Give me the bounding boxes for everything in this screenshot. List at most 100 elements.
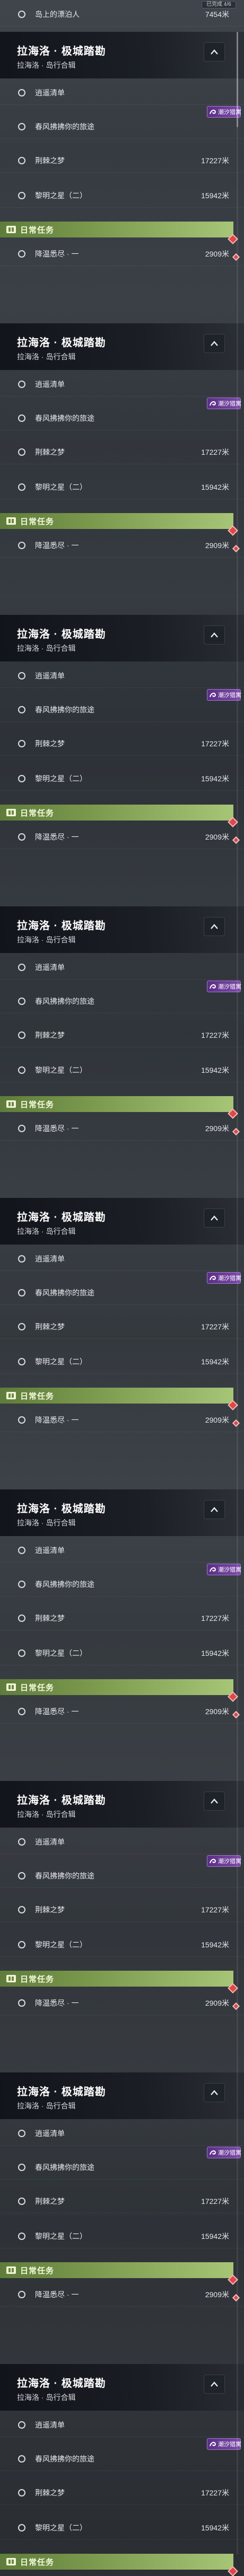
quest-name: 岛上的漂泊人 <box>35 10 80 19</box>
daily-quest-header[interactable]: 日常任务 <box>0 1679 233 1695</box>
quest-row[interactable]: 荆棘之梦 17227米 <box>0 2189 244 2213</box>
quest-row[interactable]: 逍遥清单 <box>0 1538 244 1563</box>
event-tag[interactable]: 潮汐猎寓 <box>207 1855 241 1867</box>
daily-quest-row[interactable]: 降温悉尽 · 一2909米 <box>0 825 244 849</box>
region-header[interactable]: 拉海洛 · 极城踏勘 拉海洛 · 岛行合辑 <box>0 32 244 78</box>
daily-quest-row[interactable]: 降温悉尽 · 一2909米 <box>0 2574 244 2576</box>
quest-row[interactable]: 荆棘之梦 17227米 <box>0 1023 244 1047</box>
daily-quest-row[interactable]: 降温悉尽 · 一2909米 <box>0 1408 244 1432</box>
event-tag[interactable]: 潮汐猎寓 <box>207 1564 241 1575</box>
quest-row[interactable]: 春风拂拂你的旅途 <box>0 2155 244 2180</box>
daily-quest-label: 日常任务 <box>20 225 55 235</box>
daily-quest-header[interactable]: 日常任务 <box>0 513 233 529</box>
quest-distance: 2909米 <box>205 1124 229 1133</box>
collapse-button[interactable] <box>204 2083 225 2102</box>
quest-row[interactable]: 荆棘之梦 17227米 <box>0 731 244 756</box>
quest-row[interactable]: 春风拂拂你的旅途 <box>0 406 244 430</box>
quest-row[interactable]: 春风拂拂你的旅途 <box>0 114 244 139</box>
quest-row[interactable]: 黎明之星（二） 15942米 <box>0 183 244 208</box>
circle-icon <box>18 833 25 841</box>
collapse-button[interactable] <box>204 1500 225 1519</box>
event-tag[interactable]: 潮汐猎寓 <box>207 398 241 409</box>
quest-row[interactable]: 黎明之星（二） 15942米 <box>0 1058 244 1082</box>
daily-quest-header[interactable]: 日常任务 <box>0 2554 233 2570</box>
quest-row[interactable]: 荆棘之梦 17227米 <box>0 1898 244 1922</box>
event-tag[interactable]: 潮汐猎寓 <box>207 689 241 701</box>
quest-row[interactable]: 黎明之星（二） 15942米 <box>0 1641 244 1665</box>
quest-row[interactable]: 荆棘之梦 17227米 <box>0 2481 244 2505</box>
daily-quest-header[interactable]: 日常任务 <box>0 1388 233 1404</box>
quest-row[interactable]: 岛上的漂泊人 7454米 <box>0 2 244 27</box>
region-header[interactable]: 拉海洛 · 极城踏勘 拉海洛 · 岛行合辑 <box>0 2364 244 2411</box>
event-tag[interactable]: 潮汐猎寓 <box>207 106 241 118</box>
quest-row[interactable]: 春风拂拂你的旅途 <box>0 2447 244 2471</box>
event-tag[interactable]: 潮汐猎寓 <box>207 981 241 992</box>
quest-row[interactable]: 春风拂拂你的旅途 <box>0 1864 244 1888</box>
region-header[interactable]: 拉海洛 · 极城踏勘 拉海洛 · 岛行合辑 <box>0 906 244 953</box>
quest-row[interactable]: 黎明之星（二） 15942米 <box>0 766 244 791</box>
quest-row[interactable]: 荆棘之梦 17227米 <box>0 1315 244 1339</box>
quest-row[interactable]: 黎明之星（二） 15942米 <box>0 1349 244 1374</box>
daily-quest-row[interactable]: 降温悉尽 · 一2909米 <box>0 242 244 266</box>
quest-row[interactable]: 黎明之星（二） 15942米 <box>0 1933 244 1957</box>
quest-row[interactable]: 荆棘之梦 17227米 <box>0 440 244 464</box>
quest-distance: 2909米 <box>205 1707 229 1716</box>
region-header[interactable]: 拉海洛 · 极城踏勘 拉海洛 · 岛行合辑 <box>0 1781 244 1828</box>
quest-name: 逍遥清单 <box>35 380 65 389</box>
quest-row[interactable]: 逍遥清单 <box>0 1247 244 1271</box>
quest-row[interactable]: 逍遥清单 <box>0 1830 244 1854</box>
quest-name: 逍遥清单 <box>35 963 65 972</box>
quest-row[interactable]: 逍遥清单 <box>0 664 244 688</box>
quest-row[interactable]: 逍遥清单 <box>0 2413 244 2437</box>
quest-name: 荆棘之梦 <box>35 1613 65 1622</box>
quest-name: 黎明之星（二） <box>35 774 87 783</box>
collapse-button[interactable] <box>204 334 225 353</box>
quest-row[interactable]: 春风拂拂你的旅途 <box>0 1572 244 1596</box>
event-tag[interactable]: 潮汐猎寓 <box>207 1272 241 1284</box>
daily-quest-header[interactable]: 日常任务 <box>0 222 233 237</box>
region-header[interactable]: 拉海洛 · 极城踏勘 拉海洛 · 岛行合辑 <box>0 1489 244 1536</box>
circle-icon <box>18 2421 25 2429</box>
quest-block: 拉海洛 · 极城踏勘 拉海洛 · 岛行合辑逍遥清单春风拂拂你的旅途 荆棘之梦 1722… <box>0 32 244 324</box>
quest-row[interactable]: 荆棘之梦 17227米 <box>0 148 244 173</box>
quest-row[interactable]: 逍遥清单 <box>0 955 244 980</box>
scrollbar[interactable] <box>237 32 238 2555</box>
quest-row[interactable]: 荆棘之梦 17227米 <box>0 1606 244 1630</box>
region-header[interactable]: 拉海洛 · 极城踏勘 拉海洛 · 岛行合辑 <box>0 615 244 661</box>
region-header[interactable]: 拉海洛 · 极城踏勘 拉海洛 · 岛行合辑 <box>0 323 244 370</box>
daily-quest-header[interactable]: 日常任务 <box>0 805 233 821</box>
collapse-button[interactable] <box>204 917 225 936</box>
event-tag[interactable]: 潮汐猎寓 <box>207 2438 241 2450</box>
region-title: 拉海洛 · 极城踏勘 <box>17 1503 106 1515</box>
quest-row[interactable]: 逍遥清单 <box>0 81 244 105</box>
daily-quest-row[interactable]: 降温悉尽 · 一2909米 <box>0 1991 244 2015</box>
daily-quest-row[interactable]: 降温悉尽 · 一2909米 <box>0 1699 244 1724</box>
circle-icon <box>18 2524 25 2531</box>
quest-row[interactable]: 春风拂拂你的旅途 <box>0 698 244 722</box>
quest-row[interactable]: 春风拂拂你的旅途 <box>0 1281 244 1305</box>
daily-quest-row[interactable]: 降温悉尽 · 一2909米 <box>0 1116 244 1141</box>
quest-row[interactable]: 黎明之星（二） 15942米 <box>0 2224 244 2248</box>
daily-quest-header[interactable]: 日常任务 <box>0 2262 233 2278</box>
daily-quest-header[interactable]: 日常任务 <box>0 1971 233 1987</box>
daily-quest-row[interactable]: 降温悉尽 · 一2909米 <box>0 533 244 558</box>
circle-icon <box>18 1255 25 1263</box>
collapse-button[interactable] <box>204 625 225 645</box>
collapse-button[interactable] <box>204 42 225 61</box>
quest-row[interactable]: 黎明之星（二） 15942米 <box>0 475 244 499</box>
quest-row[interactable]: 黎明之星（二） 15942米 <box>0 2516 244 2540</box>
collapse-button[interactable] <box>204 1792 225 1811</box>
quest-name: 荆棘之梦 <box>35 447 65 456</box>
quest-row[interactable]: 逍遥清单 <box>0 2121 244 2146</box>
quest-row[interactable]: 春风拂拂你的旅途 <box>0 989 244 1013</box>
quest-distance: 15942米 <box>201 2523 229 2532</box>
scroll-thumb[interactable] <box>237 32 238 127</box>
event-tag[interactable]: 潮汐猎寓 <box>207 2147 241 2158</box>
daily-quest-row[interactable]: 降温悉尽 · 一2909米 <box>0 2282 244 2307</box>
collapse-button[interactable] <box>204 1208 225 1228</box>
region-header[interactable]: 拉海洛 · 极城踏勘 拉海洛 · 岛行合辑 <box>0 2072 244 2119</box>
daily-quest-header[interactable]: 日常任务 <box>0 1096 233 1112</box>
region-header[interactable]: 拉海洛 · 极城踏勘 拉海洛 · 岛行合辑 <box>0 1198 244 1245</box>
quest-row[interactable]: 逍遥清单 <box>0 372 244 396</box>
collapse-button[interactable] <box>204 2375 225 2394</box>
